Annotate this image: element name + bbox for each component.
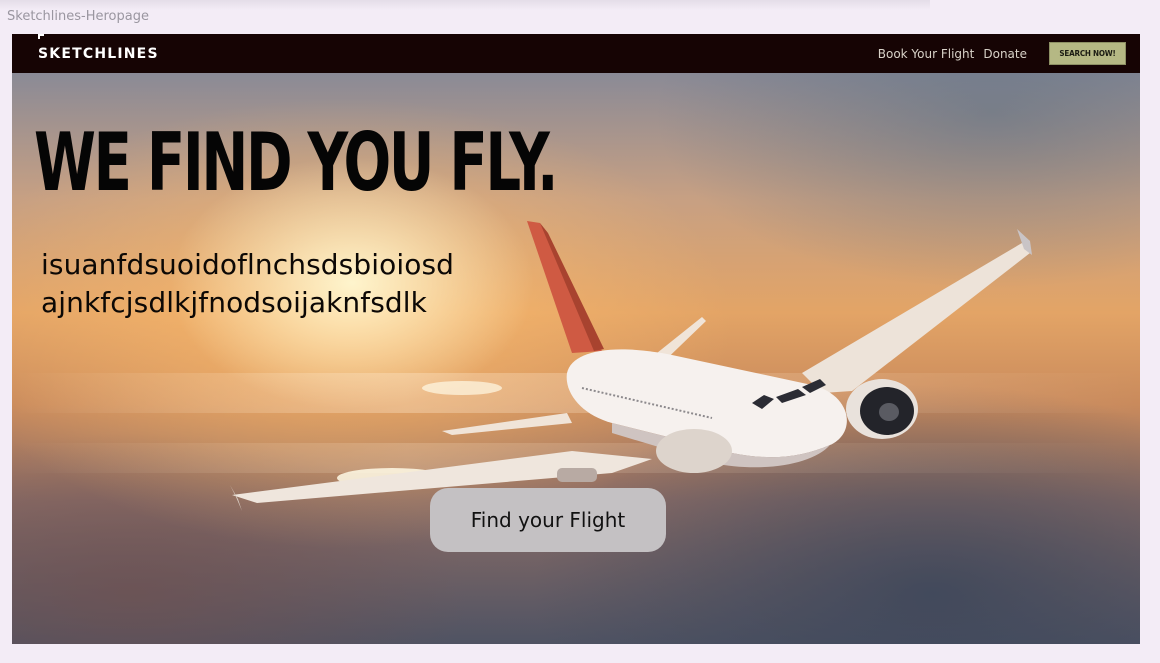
right-wing bbox=[802, 243, 1030, 393]
left-winglet bbox=[230, 485, 242, 511]
navbar: SKETCHLINES Book Your Flight Donate SEAR… bbox=[12, 34, 1140, 73]
engine-spinner bbox=[879, 403, 899, 421]
hero-page-frame: SKETCHLINES Book Your Flight Donate SEAR… bbox=[12, 34, 1140, 644]
sun-glint bbox=[422, 381, 502, 395]
logo-wrap[interactable]: SKETCHLINES bbox=[38, 34, 159, 62]
left-engine bbox=[656, 429, 732, 473]
logo: SKETCHLINES bbox=[38, 45, 159, 62]
hero-section: WE FIND YOU FLY. isuanfdsuoidoflnchsdsbi… bbox=[12, 73, 1140, 644]
frame-label: Sketchlines-Heropage bbox=[7, 9, 149, 24]
nav-link-donate[interactable]: Donate bbox=[983, 47, 1027, 61]
find-your-flight-button[interactable]: Find your Flight bbox=[430, 488, 666, 552]
nav-links: Book Your Flight Donate SEARCH NOW! bbox=[869, 42, 1126, 65]
hero-headline: WE FIND YOU FLY. bbox=[34, 116, 558, 209]
logo-mark-icon bbox=[38, 34, 44, 39]
hero-subtext: isuanfdsuoidoflnchsdsbioiosdajnkfcjsdlkj… bbox=[41, 248, 455, 319]
nav-link-book-your-flight[interactable]: Book Your Flight bbox=[878, 47, 975, 61]
search-now-button[interactable]: SEARCH NOW! bbox=[1049, 42, 1126, 65]
landing-gear bbox=[557, 468, 597, 482]
left-stabilizer bbox=[442, 413, 572, 435]
